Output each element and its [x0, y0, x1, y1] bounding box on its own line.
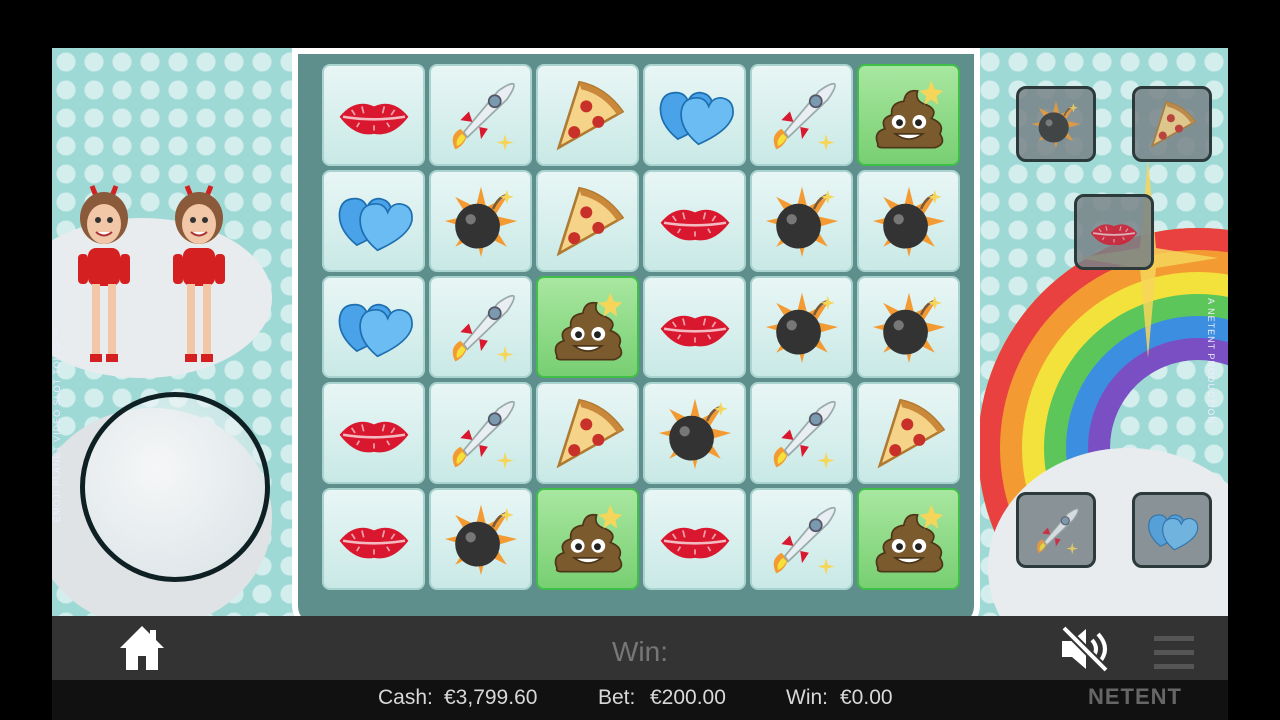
tile-bomb — [857, 170, 960, 272]
poop-icon — [554, 503, 623, 573]
bomb-icon — [764, 185, 839, 259]
tile-bomb — [857, 276, 960, 378]
menu-icon[interactable] — [1154, 636, 1194, 670]
bomb-icon — [871, 185, 946, 259]
tile-rocket — [429, 64, 532, 166]
tile-heart — [643, 64, 746, 166]
tile-kiss — [643, 488, 746, 590]
spin-button[interactable] — [80, 392, 270, 582]
kiss-icon — [658, 208, 731, 242]
side-symbol-kiss — [1074, 194, 1154, 270]
rocket-icon — [772, 506, 836, 576]
rocket-icon — [772, 82, 836, 152]
tile-heart — [322, 170, 425, 272]
win-value: €0.00 — [840, 686, 893, 709]
side-symbol-pizza — [1132, 86, 1212, 162]
heart-icon — [659, 91, 734, 146]
tile-rocket — [750, 488, 853, 590]
tile-bomb — [750, 276, 853, 378]
brand-logo: NETENT — [1088, 684, 1182, 709]
bomb-icon — [443, 503, 518, 577]
tile-rocket — [429, 276, 532, 378]
tile-rocket — [750, 382, 853, 484]
tile-pizza — [857, 382, 960, 484]
tile-bomb — [429, 170, 532, 272]
tile-bomb — [750, 170, 853, 272]
tile-heart — [322, 276, 425, 378]
cash-value: €3,799.60 — [444, 686, 538, 709]
tile-pizza — [536, 64, 639, 166]
bet-value: €200.00 — [650, 686, 726, 709]
tile-rocket — [750, 64, 853, 166]
kiss-icon — [337, 102, 410, 136]
tile-bomb — [643, 382, 746, 484]
win-label: Win: — [786, 686, 828, 709]
game-title-vertical-text: EMOJI PLANET VIDEO SLOT TOUCH™ — [52, 327, 63, 523]
tile-kiss — [322, 382, 425, 484]
bomb-icon — [657, 397, 732, 471]
poop-icon — [875, 503, 944, 573]
kiss-icon — [658, 314, 731, 348]
tile-pizza — [536, 170, 639, 272]
tile-poop — [857, 64, 960, 166]
heart-icon — [338, 303, 413, 358]
speaker-muted-icon[interactable] — [1058, 626, 1112, 672]
tile-kiss — [643, 170, 746, 272]
tile-kiss — [322, 64, 425, 166]
pizza-icon — [877, 399, 945, 467]
rocket-icon — [451, 82, 515, 152]
side-symbol-heart — [1132, 492, 1212, 568]
poop-icon — [875, 79, 944, 149]
pizza-icon — [556, 81, 624, 149]
game-frame: EMOJI PLANET VIDEO SLOT TOUCH™ A NETENT … — [52, 48, 1228, 720]
poop-icon — [554, 291, 623, 361]
tile-poop — [536, 276, 639, 378]
tile-poop — [536, 488, 639, 590]
cash-label: Cash: — [378, 686, 433, 709]
rocket-icon — [451, 400, 515, 470]
bet-label: Bet: — [598, 686, 636, 709]
tile-bomb — [429, 488, 532, 590]
pizza-icon — [556, 399, 624, 467]
home-icon[interactable] — [116, 622, 168, 674]
tile-kiss — [643, 276, 746, 378]
win-bar-label: Win: — [612, 636, 668, 667]
tile-pizza — [536, 382, 639, 484]
side-symbol-bomb — [1016, 86, 1096, 162]
bomb-icon — [764, 291, 839, 365]
heart-icon — [338, 197, 413, 252]
kiss-icon — [337, 526, 410, 560]
kiss-icon — [658, 526, 731, 560]
kiss-icon — [337, 420, 410, 454]
rocket-icon — [451, 294, 515, 364]
bomb-icon — [443, 185, 518, 259]
tile-rocket — [429, 382, 532, 484]
rocket-icon — [772, 400, 836, 470]
pizza-icon — [556, 187, 624, 255]
status-bar: Cash: €3,799.60 Bet: €200.00 Win: €0.00 … — [52, 680, 1228, 720]
tile-poop — [857, 488, 960, 590]
bomb-icon — [871, 291, 946, 365]
dancer-emoji-icon — [78, 176, 264, 376]
side-symbol-rocket — [1016, 492, 1096, 568]
symbol-grid — [322, 64, 962, 598]
tile-kiss — [322, 488, 425, 590]
